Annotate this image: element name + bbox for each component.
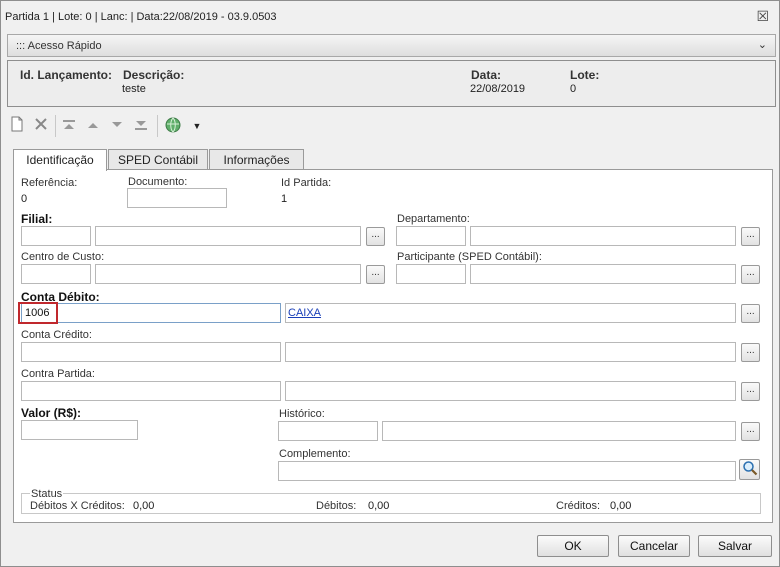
lote-value: 0 <box>570 83 577 95</box>
highlight-box <box>18 302 58 324</box>
departamento-label: Departamento: <box>397 213 470 225</box>
referencia-label: Referência: <box>21 177 78 189</box>
move-first-icon[interactable] <box>59 116 79 136</box>
historico-code-input[interactable] <box>278 421 378 441</box>
dialog-window: Partida 1 | Lote: 0 | Lanc: | Data:22/08… <box>0 0 780 567</box>
tab-sped-contabil[interactable]: SPED Contábil <box>108 149 208 170</box>
debitos-value: 0,00 <box>368 500 390 512</box>
ok-button[interactable]: OK <box>537 535 609 557</box>
data-label: Data: <box>471 68 502 82</box>
descricao-value: teste <box>122 83 146 95</box>
centro-custo-name-input[interactable] <box>95 264 361 284</box>
conta-debito-code-input[interactable] <box>21 303 281 323</box>
move-up-icon[interactable] <box>83 116 103 136</box>
participante-name-input[interactable] <box>470 264 736 284</box>
new-document-icon[interactable] <box>7 116 27 136</box>
departamento-code-input[interactable] <box>396 226 466 246</box>
quick-access-bar[interactable]: ::: Acesso Rápido ⌄ <box>7 34 776 57</box>
participante-code-input[interactable] <box>396 264 466 284</box>
referencia-value: 0 <box>21 193 28 205</box>
participante-label: Participante (SPED Contábil): <box>397 251 542 263</box>
dropdown-arrow-icon[interactable]: ▼ <box>187 116 207 136</box>
save-button[interactable]: Salvar <box>698 535 772 557</box>
conta-credito-label: Conta Crédito: <box>21 329 92 341</box>
centro-custo-lookup-button[interactable]: ... <box>366 265 385 284</box>
historico-lookup-button[interactable]: ... <box>741 422 760 441</box>
toolbar: ▼ <box>7 113 307 139</box>
descricao-label: Descrição: <box>123 68 185 82</box>
id-partida-value: 1 <box>281 193 288 205</box>
tab-informacoes[interactable]: Informações <box>209 149 304 170</box>
complemento-label: Complemento: <box>279 448 351 460</box>
valor-label: Valor (R$): <box>21 406 82 420</box>
status-title: Status <box>30 488 64 500</box>
window-title: Partida 1 | Lote: 0 | Lanc: | Data:22/08… <box>5 11 277 23</box>
contra-partida-lookup-button[interactable]: ... <box>741 382 760 401</box>
filial-label: Filial: <box>21 212 53 226</box>
complemento-input[interactable] <box>278 461 736 481</box>
debitos-label: Débitos: <box>316 500 357 512</box>
chevron-down-icon[interactable]: ⌄ <box>758 38 767 51</box>
status-group <box>21 493 761 514</box>
historico-label: Histórico: <box>279 408 325 420</box>
move-last-icon[interactable] <box>131 116 151 136</box>
filial-code-input[interactable] <box>21 226 91 246</box>
title-bar: Partida 1 | Lote: 0 | Lanc: | Data:22/08… <box>1 1 779 33</box>
id-lancamento-label: Id. Lançamento: <box>20 68 113 82</box>
quick-access-label: ::: Acesso Rápido <box>16 40 102 52</box>
documento-label: Documento: <box>128 176 188 188</box>
departamento-lookup-button[interactable]: ... <box>741 227 760 246</box>
conta-debito-link[interactable]: CAIXA <box>288 307 321 319</box>
cancel-button[interactable]: Cancelar <box>618 535 690 557</box>
conta-credito-code-input[interactable] <box>21 342 281 362</box>
close-icon[interactable]: ☒ <box>756 8 769 25</box>
entry-header: Id. Lançamento: Descrição: teste Data: 2… <box>7 60 776 107</box>
creditos-label: Créditos: <box>556 500 601 512</box>
valor-input[interactable] <box>21 420 138 440</box>
debitos-x-creditos-label: Débitos X Créditos: <box>30 500 125 512</box>
lote-label: Lote: <box>570 68 600 82</box>
conta-credito-name-input[interactable] <box>285 342 736 362</box>
debitos-x-creditos-value: 0,00 <box>133 500 155 512</box>
centro-custo-label: Centro de Custo: <box>21 251 105 263</box>
delete-icon[interactable] <box>31 116 51 136</box>
conta-credito-lookup-button[interactable]: ... <box>741 343 760 362</box>
conta-debito-name-input[interactable] <box>285 303 736 323</box>
contra-partida-name-input[interactable] <box>285 381 736 401</box>
filial-lookup-button[interactable]: ... <box>366 227 385 246</box>
contra-partida-label: Contra Partida: <box>21 368 95 380</box>
data-value: 22/08/2019 <box>470 83 526 95</box>
centro-custo-code-input[interactable] <box>21 264 91 284</box>
historico-name-input[interactable] <box>382 421 736 441</box>
documento-input[interactable] <box>127 188 227 208</box>
participante-lookup-button[interactable]: ... <box>741 265 760 284</box>
departamento-name-input[interactable] <box>470 226 736 246</box>
filial-name-input[interactable] <box>95 226 361 246</box>
creditos-value: 0,00 <box>610 500 632 512</box>
contra-partida-code-input[interactable] <box>21 381 281 401</box>
move-down-icon[interactable] <box>107 116 127 136</box>
globe-icon[interactable] <box>163 116 183 136</box>
search-icon <box>742 461 757 476</box>
complemento-search-button[interactable] <box>739 459 760 480</box>
conta-debito-lookup-button[interactable]: ... <box>741 304 760 323</box>
tab-identificacao[interactable]: Identificação <box>13 149 107 171</box>
id-partida-label: Id Partida: <box>281 177 332 189</box>
